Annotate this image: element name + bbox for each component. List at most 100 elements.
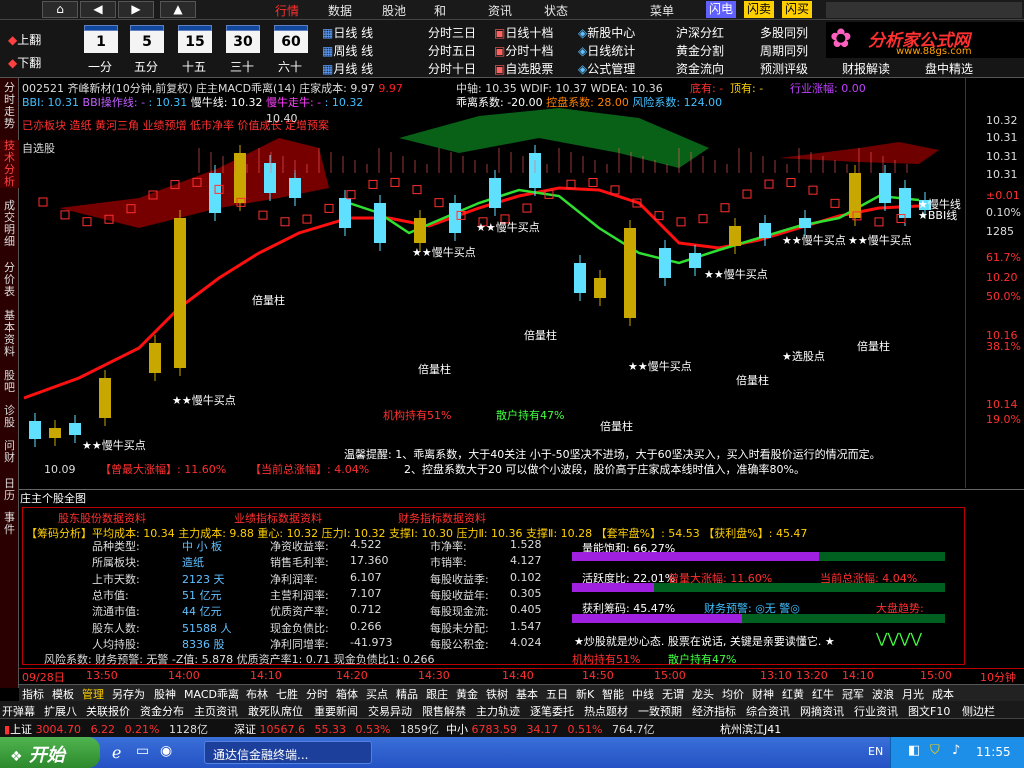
indicator-tab[interactable]: 跟庄 xyxy=(426,686,448,702)
indicator-tab[interactable]: 模板 xyxy=(52,686,74,702)
info-tab[interactable]: 关联报价 xyxy=(86,703,130,719)
indicator-tab[interactable]: 五日 xyxy=(546,686,568,702)
tick-10day-button[interactable]: 分时十日 xyxy=(428,60,476,77)
info-tab[interactable]: 敢死队席位 xyxy=(248,703,303,719)
tab-tech-analysis[interactable]: 技术分析 xyxy=(0,140,19,188)
indicator-tab[interactable]: 红牛 xyxy=(812,686,834,702)
info-tab[interactable]: 主力轨迹 xyxy=(476,703,520,719)
lang-indicator[interactable]: EN xyxy=(868,745,883,758)
golden-split-button[interactable]: 黄金分割 xyxy=(676,42,724,59)
indicator-tab[interactable]: 新K xyxy=(576,686,594,702)
cal-60min-button[interactable]: 60 xyxy=(274,25,308,53)
home-icon[interactable]: ⌂ xyxy=(42,1,78,18)
report-read-button[interactable]: 财报解读 xyxy=(842,60,890,77)
tab-trade-detail[interactable]: 成交明细 xyxy=(0,200,19,248)
week-line-button[interactable]: ▦周线 线 xyxy=(322,42,373,59)
menu-zixun[interactable]: 资讯 xyxy=(488,2,512,19)
menu-shuju[interactable]: 数据 xyxy=(328,2,352,19)
nav-prev-button[interactable]: ◀ xyxy=(80,1,116,18)
tab-events[interactable]: 事件 xyxy=(0,512,19,536)
menu-zhuangtai[interactable]: 状态 xyxy=(544,2,568,19)
indicator-tab[interactable]: 股神 xyxy=(154,686,176,702)
multi-period-button[interactable]: 周期同列 xyxy=(760,42,808,59)
menu-hangqing[interactable]: 行情 xyxy=(275,2,299,19)
indicator-tab[interactable]: 红黄 xyxy=(782,686,804,702)
flash-electric-button[interactable]: 闪电 xyxy=(706,1,737,18)
cal-5min-button[interactable]: 5 xyxy=(130,25,164,53)
tab-basic-info[interactable]: 基本资料 xyxy=(0,310,19,358)
menu-he[interactable]: 和 xyxy=(434,2,446,19)
indicator-tab[interactable]: 箱体 xyxy=(336,686,358,702)
indicator-tab[interactable]: 冠军 xyxy=(842,686,864,702)
flash-buy-button[interactable]: 闪买 xyxy=(782,1,813,18)
tick-10level-button[interactable]: ▣分时十档 xyxy=(494,42,553,59)
sh-index[interactable]: ▮上证 3004.70 6.22 0.21% 1128亿 xyxy=(4,721,208,737)
indicator-tab[interactable]: 买点 xyxy=(366,686,388,702)
multi-stock-button[interactable]: 多股同列 xyxy=(760,24,808,41)
media-icon[interactable]: ◉ xyxy=(160,743,172,759)
dividend-button[interactable]: 沪深分红 xyxy=(676,24,724,41)
page-up-button[interactable]: ◆上翻 xyxy=(8,31,41,48)
intraday-pick-button[interactable]: 盘中精选 xyxy=(925,60,973,77)
formula-mgr-button[interactable]: ◈公式管理 xyxy=(578,60,635,77)
sz-index[interactable]: 深证 10567.6 55.33 0.53% 1859亿 xyxy=(234,721,439,737)
indicator-tab[interactable]: 中线 xyxy=(632,686,654,702)
indicator-tab[interactable]: 龙头 xyxy=(692,686,714,702)
day-line-button[interactable]: ▦日线 线 xyxy=(322,24,373,41)
menu-caidan[interactable]: 菜单 xyxy=(650,2,674,19)
indicator-tab[interactable]: 七胜 xyxy=(276,686,298,702)
indicator-tab[interactable]: MACD乖离 xyxy=(184,686,239,702)
indicator-tab[interactable]: 月光 xyxy=(902,686,924,702)
taskbar-app-button[interactable]: 通达信金融终端... xyxy=(204,741,372,764)
info-tab[interactable]: 一致预期 xyxy=(638,703,682,719)
info-tab[interactable]: 行业资讯 xyxy=(854,703,898,719)
day-stats-button[interactable]: ◈日线统计 xyxy=(578,42,635,59)
indicator-tab[interactable]: 分时 xyxy=(306,686,328,702)
tab-stock-forum[interactable]: 股吧 xyxy=(0,370,19,394)
tick-3day-button[interactable]: 分时三日 xyxy=(428,24,476,41)
info-tab[interactable]: 综合资讯 xyxy=(746,703,790,719)
info-tab[interactable]: 网摘资讯 xyxy=(800,703,844,719)
indicator-tab[interactable]: 均价 xyxy=(722,686,744,702)
info-tab[interactable]: 热点题材 xyxy=(584,703,628,719)
indicator-tab[interactable]: 智能 xyxy=(602,686,624,702)
info-tab[interactable]: 限售解禁 xyxy=(422,703,466,719)
month-line-button[interactable]: ▦月线 线 xyxy=(322,60,373,77)
cal-1min-button[interactable]: 1 xyxy=(84,25,118,53)
indicator-tab[interactable]: 基本 xyxy=(516,686,538,702)
indicator-tab[interactable]: 财神 xyxy=(752,686,774,702)
zx-index[interactable]: 中小 6783.59 34.17 0.51% 764.7亿 xyxy=(446,721,654,737)
info-tab[interactable]: 资金分布 xyxy=(140,703,184,719)
info-tab[interactable]: 主页资讯 xyxy=(194,703,238,719)
indicator-tab[interactable]: 无谓 xyxy=(662,686,684,702)
indicator-tab[interactable]: 铁树 xyxy=(486,686,508,702)
cal-15min-button[interactable]: 15 xyxy=(178,25,212,53)
info-tab[interactable]: 侧边栏 xyxy=(962,703,995,719)
tab-calendar[interactable]: 日历 xyxy=(0,478,19,502)
folder-icon[interactable]: ▭ xyxy=(136,743,149,759)
tab-price-table[interactable]: 分价表 xyxy=(0,262,19,298)
nav-up-button[interactable]: ▲ xyxy=(160,1,196,18)
tab-tick-chart[interactable]: 分时走势 xyxy=(0,82,19,130)
forecast-button[interactable]: 预测评级 xyxy=(760,60,808,77)
volume-icon[interactable]: ♪ xyxy=(952,743,960,758)
info-tab[interactable]: 逐笔委托 xyxy=(530,703,574,719)
kline-chart[interactable] xyxy=(19,78,965,485)
info-tab[interactable]: 经济指标 xyxy=(692,703,736,719)
start-button[interactable]: ❖ 开始 xyxy=(0,737,100,768)
indicator-tab[interactable]: 成本 xyxy=(932,686,954,702)
self-select-button[interactable]: ▣自选股票 xyxy=(494,60,553,77)
day-10level-button[interactable]: ▣日线十档 xyxy=(494,24,553,41)
cal-30min-button[interactable]: 30 xyxy=(226,25,260,53)
indicator-tab[interactable]: 另存为 xyxy=(112,686,145,702)
tick-5day-button[interactable]: 分时五日 xyxy=(428,42,476,59)
tab-diagnose[interactable]: 诊股 xyxy=(0,405,19,429)
fund-flow-button[interactable]: 资金流向 xyxy=(676,60,724,77)
indicator-tab[interactable]: 精品 xyxy=(396,686,418,702)
indicator-tab[interactable]: 波浪 xyxy=(872,686,894,702)
indicator-tab[interactable]: 指标 xyxy=(22,686,44,702)
tab-ask[interactable]: 问财 xyxy=(0,440,19,464)
indicator-tab[interactable]: 管理 xyxy=(82,686,104,702)
flash-sell-button[interactable]: 闪卖 xyxy=(744,1,775,18)
security-icon[interactable]: ⛉ xyxy=(930,743,940,758)
